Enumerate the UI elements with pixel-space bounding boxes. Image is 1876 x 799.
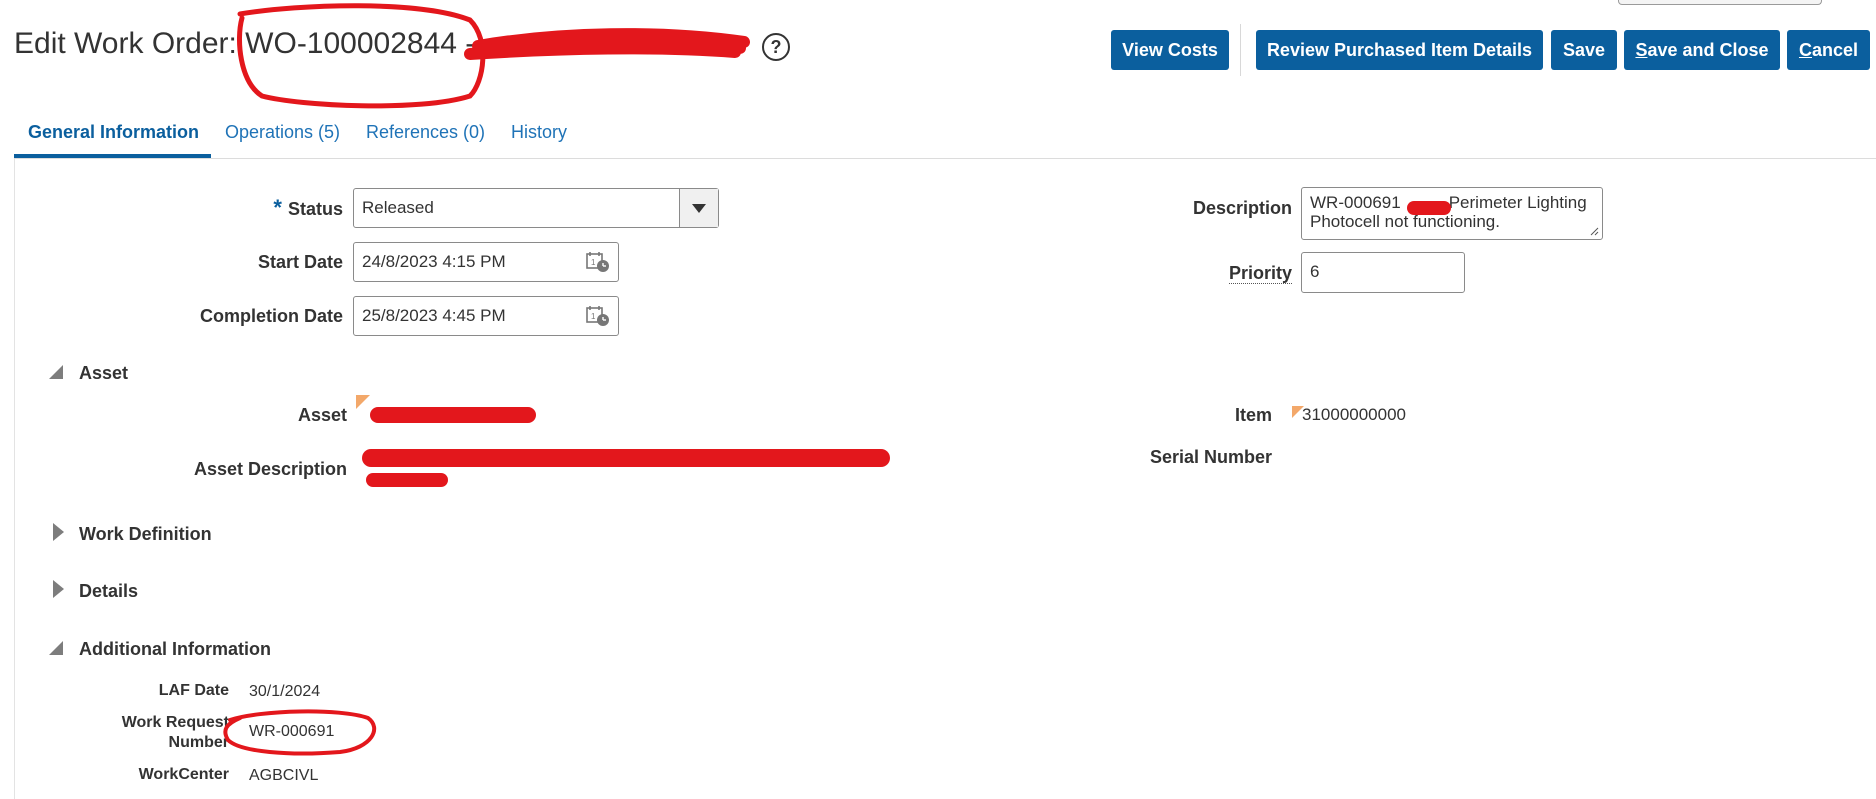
annotation-redaction-title	[464, 28, 750, 60]
annotation-circle-work-request	[223, 709, 377, 756]
annotation-circle-work-order	[237, 3, 486, 109]
annotation-overlay	[223, 3, 750, 756]
